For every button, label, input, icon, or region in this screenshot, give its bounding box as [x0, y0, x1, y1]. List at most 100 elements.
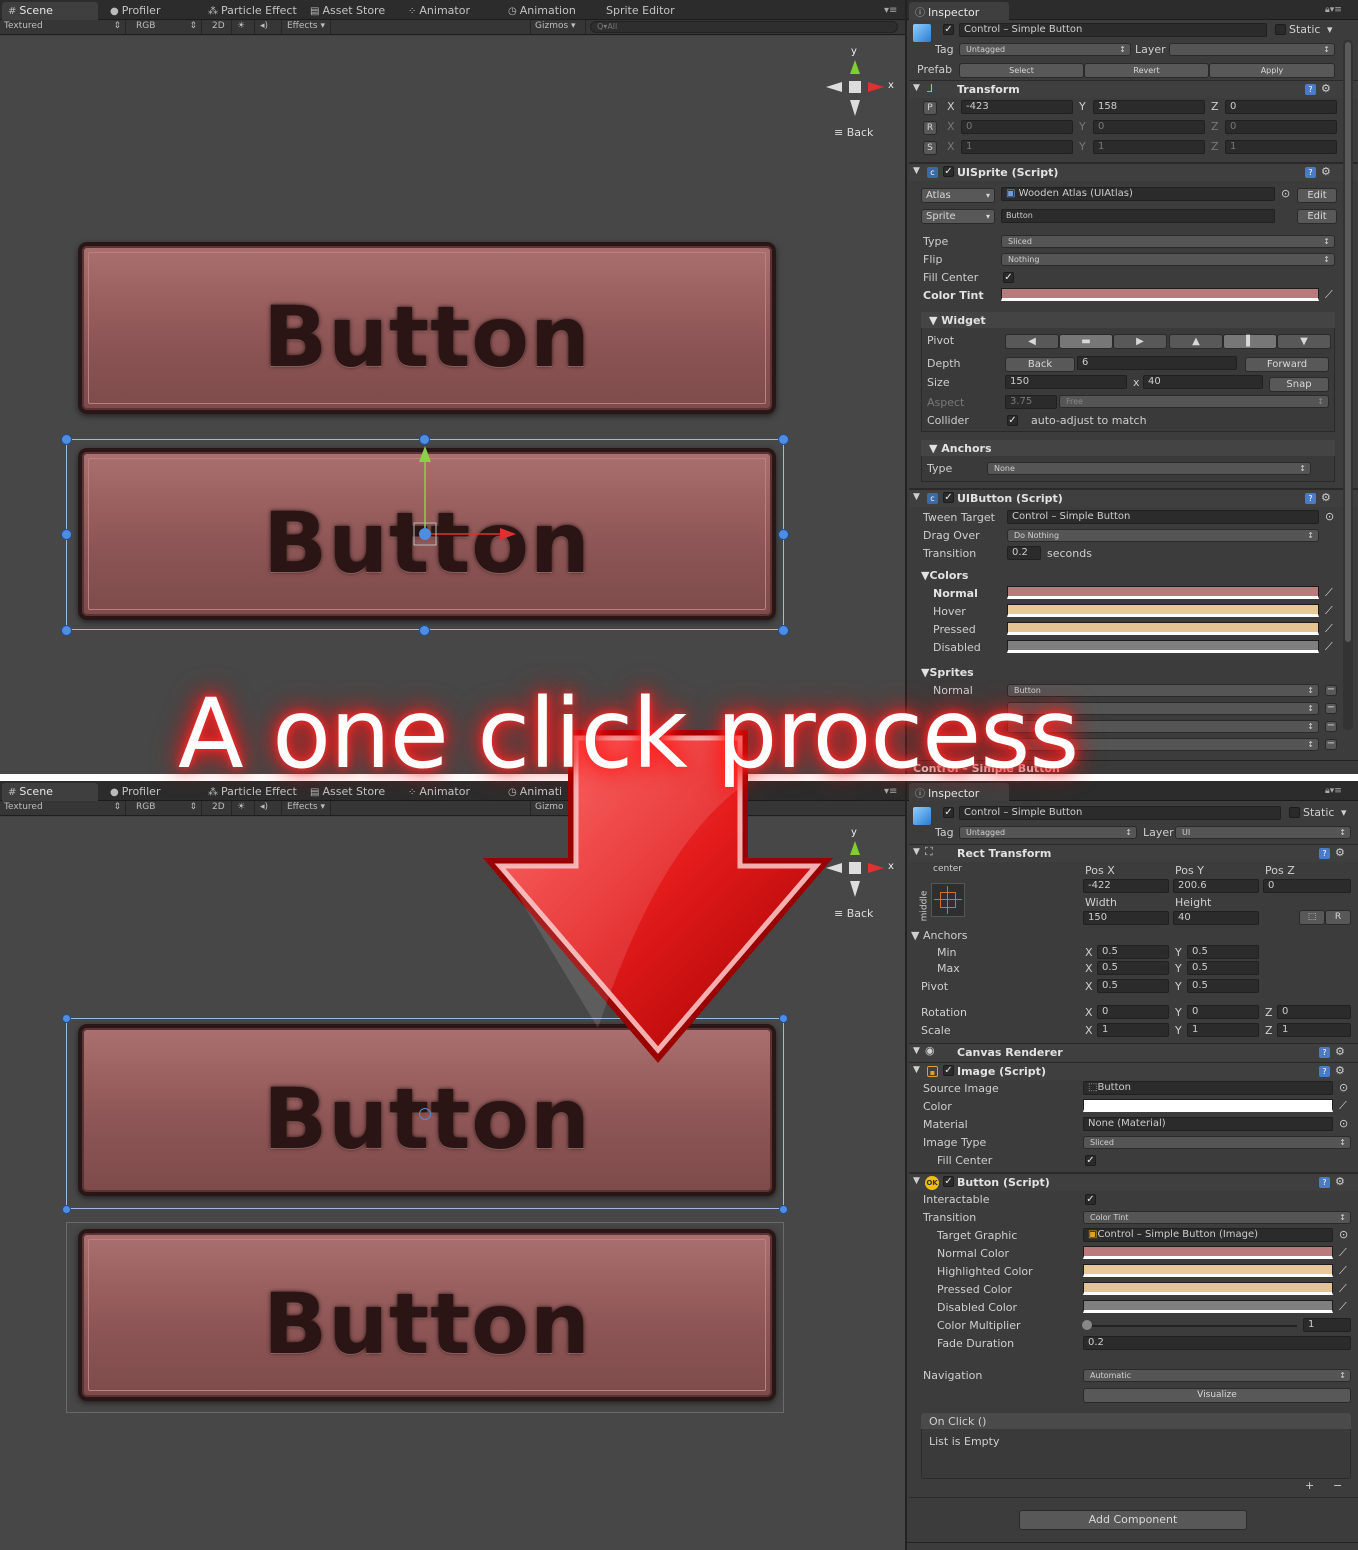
anchor-preset-button[interactable] — [931, 883, 965, 917]
static-checkbox[interactable] — [1275, 24, 1286, 35]
resize-handle[interactable] — [61, 529, 72, 540]
effects-dropdown[interactable]: Effects ▾ — [283, 20, 331, 34]
eyedropper-icon[interactable]: ⟋ — [1325, 641, 1337, 653]
resize-handle[interactable] — [61, 625, 72, 636]
clear-sprite-button[interactable]: − — [1325, 739, 1337, 750]
pivot-circle-icon[interactable] — [419, 1108, 431, 1120]
shading-dropdown[interactable]: Textured ⇕ — [0, 20, 126, 34]
foldout-arrow-icon[interactable]: ▼ — [913, 847, 920, 857]
prefab-apply-button[interactable]: Apply — [1209, 63, 1335, 78]
eyedropper-icon[interactable]: ⟋ — [1339, 1283, 1351, 1295]
sprite-edit-button[interactable]: Edit — [1297, 209, 1337, 224]
target-graphic-field[interactable]: ▣Control – Simple Button (Image) — [1083, 1228, 1333, 1242]
pressed-color-swatch[interactable] — [1083, 1282, 1333, 1295]
depth-forward-button[interactable]: Forward — [1245, 357, 1329, 372]
posz-field[interactable]: 0 — [1263, 879, 1351, 893]
audio-icon[interactable]: ◂) — [256, 20, 282, 34]
posy-field[interactable]: 200.6 — [1173, 879, 1259, 893]
eyedropper-icon[interactable]: ⟋ — [1325, 289, 1337, 301]
multiplier-slider-thumb[interactable] — [1082, 1320, 1092, 1330]
pivot-bottom-button[interactable]: ▼ — [1277, 334, 1331, 349]
transform-z-field[interactable]: 0 — [1225, 100, 1337, 114]
shading-dropdown[interactable]: Textured ⇕ — [0, 801, 126, 815]
uisprite-header[interactable]: ▼ c ✓ UISprite (Script) ? ⚙ — [909, 163, 1358, 181]
transform-p-button[interactable]: P — [923, 101, 937, 115]
resize-handle[interactable] — [62, 1205, 71, 1214]
search-input[interactable]: Q▾All — [590, 21, 898, 33]
flip-dropdown[interactable]: Nothing — [1001, 253, 1335, 266]
eyedropper-icon[interactable]: ⟋ — [1339, 1100, 1351, 1112]
remove-event-button[interactable]: − — [1333, 1479, 1342, 1492]
transform-z-field[interactable]: 0 — [1225, 120, 1337, 134]
foldout-arrow-icon[interactable]: ▼ — [913, 166, 920, 176]
anchors-type-dropdown[interactable]: None — [987, 462, 1311, 475]
transform-z-field[interactable]: 1 — [1225, 140, 1337, 154]
disabled-color-swatch[interactable] — [1083, 1300, 1333, 1313]
resize-handle[interactable] — [62, 1014, 71, 1023]
atlas-edit-button[interactable]: Edit — [1297, 188, 1337, 203]
clear-sprite-button[interactable]: − — [1325, 721, 1337, 732]
width-field[interactable]: 150 — [1083, 911, 1169, 925]
transform-y-field[interactable]: 0 — [1093, 120, 1205, 134]
help-icon[interactable]: ? — [1319, 1047, 1330, 1058]
tab-menu-icon[interactable]: ▾≡ — [884, 5, 897, 16]
enabled-checkbox[interactable]: ✓ — [943, 1176, 954, 1187]
atlas-field[interactable]: ▣ Wooden Atlas (UIAtlas) — [1001, 187, 1275, 201]
tab-asset-store[interactable]: ▤ Asset Store — [304, 2, 393, 20]
max-x-field[interactable]: 0.5 — [1097, 961, 1169, 975]
ui-button-preview[interactable]: Button — [78, 242, 776, 414]
anchors-foldout[interactable]: ▼ Anchors — [911, 929, 967, 942]
height-field[interactable]: 40 — [1173, 911, 1259, 925]
gear-icon[interactable]: ⚙ — [1335, 846, 1345, 859]
resize-handle[interactable] — [778, 529, 789, 540]
rotation-x-field[interactable]: 0 — [1097, 1005, 1169, 1019]
pivot-y-field[interactable]: 0.5 — [1187, 979, 1259, 993]
tag-dropdown[interactable]: Untagged — [959, 826, 1137, 839]
clear-sprite-button[interactable]: − — [1325, 703, 1337, 714]
eyedropper-icon[interactable]: ⟋ — [1325, 623, 1337, 635]
width-field[interactable]: 150 — [1005, 375, 1127, 389]
layer-dropdown[interactable] — [1169, 43, 1335, 56]
pivot-middle-button[interactable]: ▌ — [1223, 334, 1277, 349]
foldout-arrow-icon[interactable]: ▼ — [913, 492, 920, 502]
color-pressed-swatch[interactable] — [1007, 622, 1319, 635]
min-x-field[interactable]: 0.5 — [1097, 945, 1169, 959]
add-component-button[interactable]: Add Component — [1019, 1510, 1247, 1530]
fill-center-checkbox[interactable]: ✓ — [1085, 1155, 1096, 1166]
color-normal-swatch[interactable] — [1007, 586, 1319, 599]
eyedropper-icon[interactable]: ⟋ — [1339, 1301, 1351, 1313]
resize-handle[interactable] — [778, 625, 789, 636]
transition-field[interactable]: 0.2 — [1007, 546, 1041, 560]
colors-title[interactable]: ▼Colors — [921, 569, 968, 582]
posx-field[interactable]: -422 — [1083, 879, 1169, 893]
help-icon[interactable]: ? — [1319, 848, 1330, 859]
color-dropdown[interactable]: RGB ⇕ — [132, 801, 202, 815]
ui-button-preview[interactable]: Button — [78, 1229, 776, 1401]
gear-icon[interactable]: ⚙ — [1321, 491, 1331, 504]
orientation-gizmo[interactable]: y x ≡ Back — [820, 44, 910, 144]
color-tint-swatch[interactable] — [1001, 288, 1319, 301]
resize-handle[interactable] — [779, 1205, 788, 1214]
button-script-header[interactable]: ▼ OK ✓ Button (Script) ? ⚙ — [909, 1173, 1358, 1191]
add-event-button[interactable]: + — [1305, 1479, 1314, 1492]
snap-button[interactable]: Snap — [1269, 377, 1329, 392]
scale-x-field[interactable]: 1 — [1097, 1023, 1169, 1037]
tab-inspector[interactable]: ⓘ Inspector — [909, 2, 1009, 20]
interactable-checkbox[interactable]: ✓ — [1085, 1194, 1096, 1205]
tab-particle-effect[interactable]: ⁂ Particle Effect — [202, 2, 305, 20]
effects-dropdown[interactable]: Effects ▾ — [283, 801, 331, 815]
aspect-dropdown[interactable]: Free — [1059, 395, 1329, 408]
eyedropper-icon[interactable]: ⟋ — [1325, 605, 1337, 617]
atlas-button[interactable]: Atlas ▾ — [921, 188, 995, 203]
clear-sprite-button[interactable]: − — [1325, 685, 1337, 696]
image-type-dropdown[interactable]: Sliced — [1083, 1136, 1351, 1149]
inspector-scrollbar[interactable] — [1343, 40, 1353, 730]
color-dropdown[interactable]: RGB ⇕ — [132, 20, 202, 34]
pivot-center-button[interactable]: ▬ — [1059, 334, 1113, 349]
lock-icon[interactable]: 🔒︎▾≡ — [1325, 786, 1342, 796]
visualize-button[interactable]: Visualize — [1083, 1388, 1351, 1403]
image-header[interactable]: ▼ ▪ ✓ Image (Script) ? ⚙ — [909, 1062, 1358, 1080]
active-checkbox[interactable]: ✓ — [943, 807, 954, 818]
rect-transform-header[interactable]: ▼ ⛶ Rect Transform ? ⚙ — [909, 844, 1358, 862]
multiplier-field[interactable]: 1 — [1303, 1318, 1351, 1332]
